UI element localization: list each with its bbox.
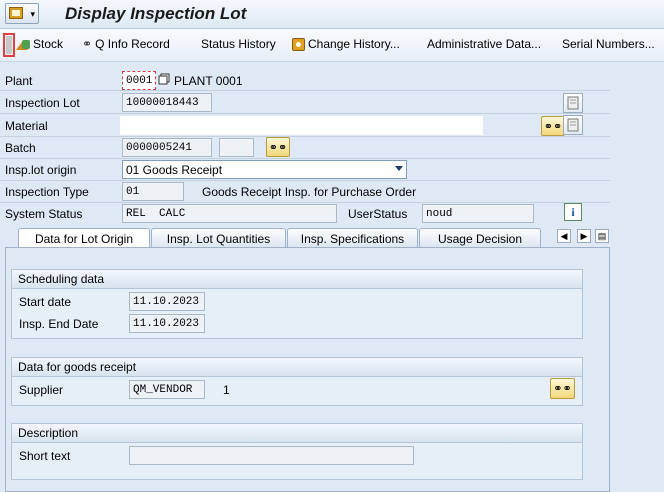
supplier-display-button[interactable]: ⚭⚭ bbox=[550, 378, 575, 399]
info-icon: i bbox=[571, 204, 575, 219]
tab-scroll-left-button[interactable]: ◀ bbox=[557, 229, 571, 243]
document-icon-button-2[interactable] bbox=[563, 115, 583, 135]
chevron-left-icon: ◀ bbox=[560, 230, 568, 241]
glasses-icon: ⚭⚭ bbox=[268, 141, 288, 154]
short-text-field[interactable] bbox=[129, 446, 414, 465]
group-title: Description bbox=[12, 424, 582, 443]
q-info-label: Q Info Record bbox=[95, 37, 170, 51]
plant-field[interactable]: 0001 bbox=[122, 71, 156, 90]
glasses-icon: ⚭⚭ bbox=[553, 383, 572, 395]
user-status-label: UserStatus bbox=[348, 207, 408, 221]
status-history-label: Status History bbox=[201, 37, 276, 51]
row-divider bbox=[0, 136, 610, 137]
inspection-type-description: Goods Receipt Insp. for Purchase Order bbox=[202, 185, 417, 199]
chevron-down-icon bbox=[395, 166, 403, 171]
insp-end-date-field[interactable]: 11.10.2023 bbox=[129, 314, 205, 333]
material-field[interactable] bbox=[120, 116, 483, 135]
history-icon bbox=[292, 37, 305, 51]
info-button[interactable]: i bbox=[564, 203, 582, 221]
change-history-label: Change History... bbox=[308, 37, 400, 51]
material-label: Material bbox=[5, 119, 48, 133]
plant-name: PLANT 0001 bbox=[174, 74, 243, 88]
inspection-type-field[interactable]: 01 bbox=[122, 182, 184, 201]
stock-button[interactable]: Stock bbox=[16, 37, 63, 51]
goods-receipt-group: Data for goods receipt bbox=[11, 357, 583, 406]
insp-lot-origin-dropdown[interactable]: 01 Goods Receipt bbox=[122, 160, 407, 179]
insp-lot-origin-value: 01 Goods Receipt bbox=[126, 163, 223, 177]
q-info-record-button[interactable]: ⚭ Q Info Record bbox=[82, 37, 170, 51]
selection-marker[interactable] bbox=[3, 33, 15, 57]
system-status-field[interactable]: REL CALC bbox=[122, 204, 337, 223]
page-title: Display Inspection Lot bbox=[65, 4, 247, 23]
list-icon: ▤ bbox=[597, 230, 607, 241]
tab-data-for-lot-origin[interactable]: Data for Lot Origin bbox=[18, 228, 150, 248]
inspection-lot-label: Inspection Lot bbox=[5, 96, 80, 110]
group-title: Data for goods receipt bbox=[12, 358, 582, 377]
tab-insp-lot-quantities[interactable]: Insp. Lot Quantities bbox=[151, 228, 286, 247]
row-divider bbox=[0, 90, 610, 91]
supplier-extra: 1 bbox=[223, 383, 230, 397]
tab-scroll-right-button[interactable]: ▶ bbox=[577, 229, 591, 243]
tab-label: Usage Decision bbox=[437, 232, 523, 246]
system-status-label: System Status bbox=[5, 207, 83, 221]
group-title: Scheduling data bbox=[12, 270, 582, 289]
row-divider bbox=[0, 158, 610, 159]
tab-label: Insp. Lot Quantities bbox=[166, 232, 271, 246]
serial-numbers-label: Serial Numbers... bbox=[562, 37, 655, 51]
start-date-label: Start date bbox=[19, 295, 72, 309]
administrative-data-button[interactable]: Administrative Data... bbox=[427, 37, 541, 51]
user-status-field[interactable]: noud bbox=[422, 204, 534, 223]
document-icon bbox=[567, 96, 579, 110]
change-history-button[interactable]: Change History... bbox=[292, 37, 400, 51]
tab-insp-specifications[interactable]: Insp. Specifications bbox=[287, 228, 418, 247]
tab-list-button[interactable]: ▤ bbox=[595, 229, 609, 243]
glasses-icon: ⚭ bbox=[82, 37, 93, 51]
short-text-label: Short text bbox=[19, 449, 71, 463]
batch-display-button[interactable]: ⚭⚭ bbox=[266, 137, 290, 157]
start-date-field[interactable]: 11.10.2023 bbox=[129, 292, 205, 311]
row-divider bbox=[0, 113, 610, 114]
stock-label: Stock bbox=[33, 37, 64, 51]
tab-label: Insp. Specifications bbox=[300, 232, 405, 246]
inspection-type-label: Inspection Type bbox=[5, 185, 89, 199]
row-divider bbox=[0, 180, 610, 181]
system-menu-button[interactable]: ▾ bbox=[5, 3, 39, 24]
document-icon bbox=[567, 118, 579, 132]
row-divider bbox=[0, 202, 610, 203]
administrative-data-label: Administrative Data... bbox=[427, 37, 542, 51]
glasses-icon: ⚭⚭ bbox=[543, 120, 563, 133]
copy-icon[interactable] bbox=[158, 73, 170, 85]
document-icon-button[interactable] bbox=[563, 93, 583, 113]
batch-field[interactable]: 0000005241 bbox=[122, 138, 212, 157]
tab-label: Data for Lot Origin bbox=[34, 232, 134, 246]
supplier-field[interactable]: QM_VENDOR bbox=[129, 380, 205, 399]
batch-extra-field[interactable] bbox=[219, 138, 254, 157]
insp-end-date-label: Insp. End Date bbox=[19, 317, 99, 331]
menu-icon bbox=[9, 7, 23, 19]
insp-lot-origin-label: Insp.lot origin bbox=[5, 163, 77, 177]
supplier-label: Supplier bbox=[19, 383, 64, 397]
serial-numbers-button[interactable]: Serial Numbers... bbox=[562, 37, 655, 51]
inspection-lot-field[interactable]: 10000018443 bbox=[122, 93, 212, 112]
status-history-button[interactable]: Status History bbox=[201, 37, 276, 51]
tab-usage-decision[interactable]: Usage Decision bbox=[419, 228, 541, 247]
chevron-right-icon: ▶ bbox=[580, 230, 588, 241]
plant-label: Plant bbox=[5, 74, 33, 88]
chevron-down-icon: ▾ bbox=[30, 9, 35, 19]
batch-label: Batch bbox=[5, 141, 36, 155]
stock-icon bbox=[16, 38, 30, 50]
material-display-button[interactable]: ⚭⚭ bbox=[541, 116, 565, 136]
